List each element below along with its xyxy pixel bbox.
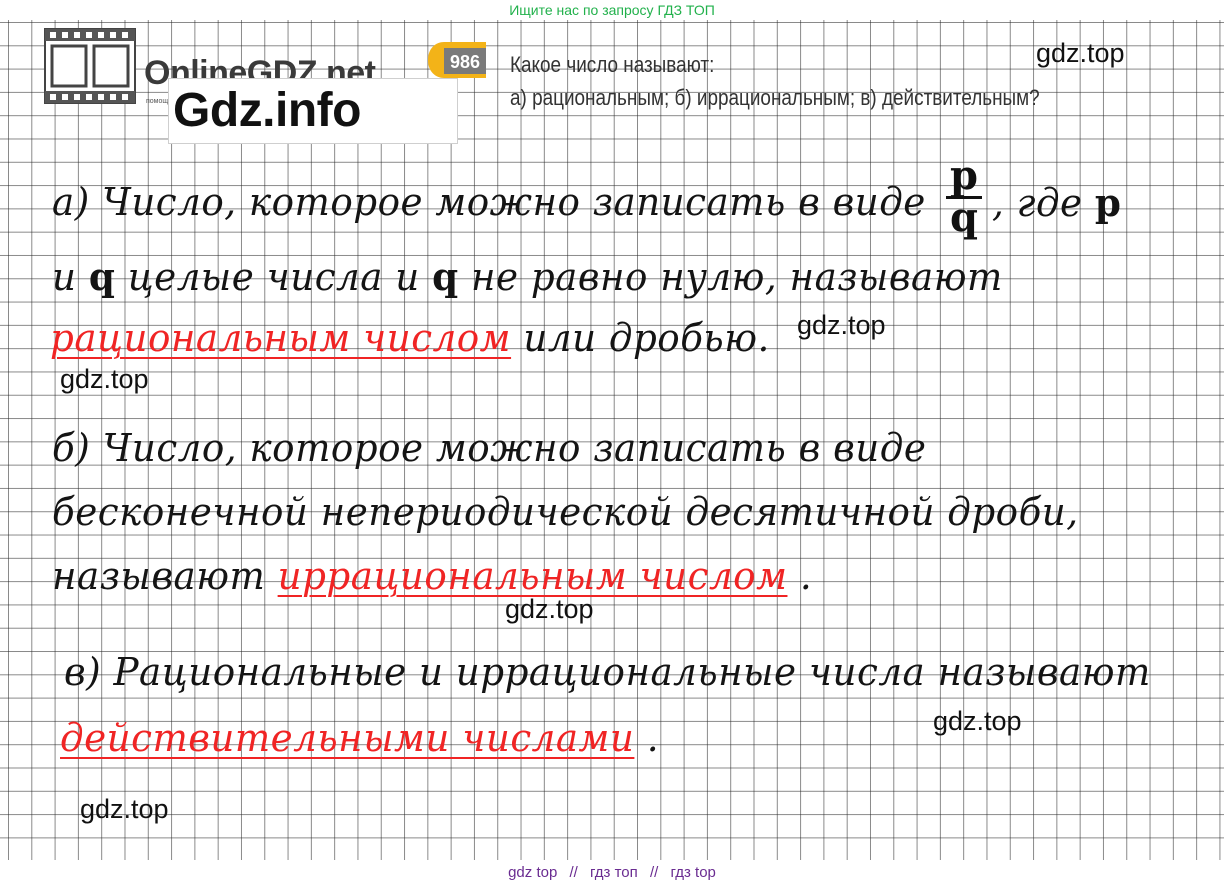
task-question: Какое число называют: [510, 52, 715, 77]
answer-a-where: , где [992, 181, 1083, 225]
variable-p: p [1094, 180, 1122, 225]
footer-link-gdz-top-ru[interactable]: гдз топ [590, 864, 638, 881]
answer-b-line1: б) Число, которое можно записать в виде [52, 426, 927, 470]
task-options: а) рациональным; б) иррациональным; в) д… [510, 85, 1040, 110]
answer-b-line2: бесконечной непериодической десятичной д… [52, 490, 1079, 534]
footer-separator: // [649, 864, 659, 881]
watermark: gdz.top [797, 310, 886, 340]
answer-a-and: и [52, 255, 77, 299]
term-irrational-number: иррациональным числом [277, 554, 788, 598]
term-rational-number: рациональным числом [50, 316, 512, 360]
answer-b-period: . [799, 554, 813, 598]
watermark: gdz.top [505, 594, 594, 624]
film-strip-icon [44, 28, 136, 104]
answer-a-or-fraction: или дробью. [523, 316, 770, 360]
watermark: gdz.top [933, 706, 1022, 736]
footer-links: gdz top // гдз топ // гдз top [0, 864, 1224, 881]
answer-a-nonzero: не равно нулю, называют [470, 255, 1003, 299]
variable-q: q [432, 254, 459, 299]
task-number-badge: 986 [428, 42, 486, 78]
answer-b-called: называют [52, 554, 266, 598]
answer-c-line1: в) Рациональные и иррациональные числа н… [64, 650, 1151, 694]
fraction-p-over-q: p q [942, 152, 986, 242]
top-banner[interactable]: Ищите нас по запросу ГДЗ ТОП [0, 2, 1224, 18]
footer-separator: // [569, 864, 578, 881]
watermark: gdz.top [60, 364, 149, 394]
fraction-denominator: q [950, 194, 978, 241]
footer-link-gdz-top[interactable]: gdz top [508, 864, 557, 881]
answer-a-line1: а) Число, которое можно записать в виде [52, 180, 926, 224]
term-real-numbers: действительными числами [60, 716, 635, 760]
answer-a-integers: целые числа и [127, 255, 420, 299]
gdz-info-overlay: Gdz.info [168, 78, 458, 144]
answer-b-line3: называют иррациональным числом . [52, 554, 812, 598]
answer-c-line2: действительными числами . [60, 716, 659, 760]
gdz-info-text: Gdz.info [173, 84, 361, 137]
answer-a-line2: и q целые числа и q не равно нулю, назыв… [52, 254, 1003, 299]
answer-a-line3: рациональным числом или дробью. [50, 316, 770, 360]
fraction-numerator: p [950, 152, 978, 199]
answer-a-line1-end: , где p [992, 180, 1121, 225]
variable-q: q [88, 254, 116, 299]
watermark: gdz.top [80, 794, 169, 824]
watermark: gdz.top [1036, 38, 1125, 68]
answer-c-period: . [646, 716, 660, 760]
footer-link-gdz-top-mixed[interactable]: гдз top [670, 864, 715, 881]
task-statement: Какое число называют: а) рациональным; б… [510, 48, 1040, 114]
task-number: 986 [450, 52, 480, 72]
